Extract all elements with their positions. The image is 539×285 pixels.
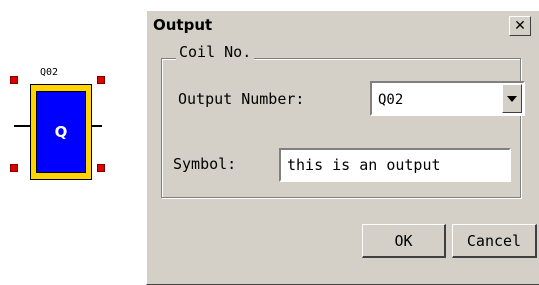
dropdown-button[interactable] bbox=[502, 84, 522, 113]
coil-block[interactable]: Q bbox=[30, 84, 92, 180]
output-number-value: Q02 bbox=[378, 92, 404, 108]
cancel-button-label: Cancel bbox=[466, 231, 522, 250]
close-button[interactable]: ✕ bbox=[509, 16, 531, 36]
input-wire bbox=[14, 125, 30, 127]
ok-button-label: OK bbox=[394, 231, 413, 250]
coil-block-symbol[interactable]: Q02 Q bbox=[0, 0, 140, 200]
chevron-down-icon bbox=[507, 95, 517, 102]
output-number-select[interactable]: Q02 bbox=[370, 81, 525, 116]
block-tag: Q02 bbox=[40, 67, 59, 78]
coil-block-body: Q bbox=[36, 91, 86, 173]
resize-handle-top-left[interactable] bbox=[10, 76, 18, 84]
ok-button[interactable]: OK bbox=[362, 224, 446, 258]
dialog-title: Output bbox=[153, 16, 213, 34]
group-label: Coil No. bbox=[176, 43, 255, 61]
output-wire bbox=[92, 125, 102, 127]
dialog-titlebar[interactable]: Output ✕ bbox=[149, 13, 539, 36]
cancel-button[interactable]: Cancel bbox=[452, 224, 537, 258]
symbol-input[interactable] bbox=[279, 148, 511, 182]
resize-handle-bottom-right[interactable] bbox=[97, 164, 105, 172]
coil-letter: Q bbox=[54, 123, 68, 141]
resize-handle-top-right[interactable] bbox=[97, 76, 105, 84]
close-icon: ✕ bbox=[514, 18, 526, 34]
output-number-label: Output Number: bbox=[178, 90, 305, 108]
resize-handle-bottom-left[interactable] bbox=[10, 164, 18, 172]
symbol-label: Symbol: bbox=[173, 155, 237, 173]
